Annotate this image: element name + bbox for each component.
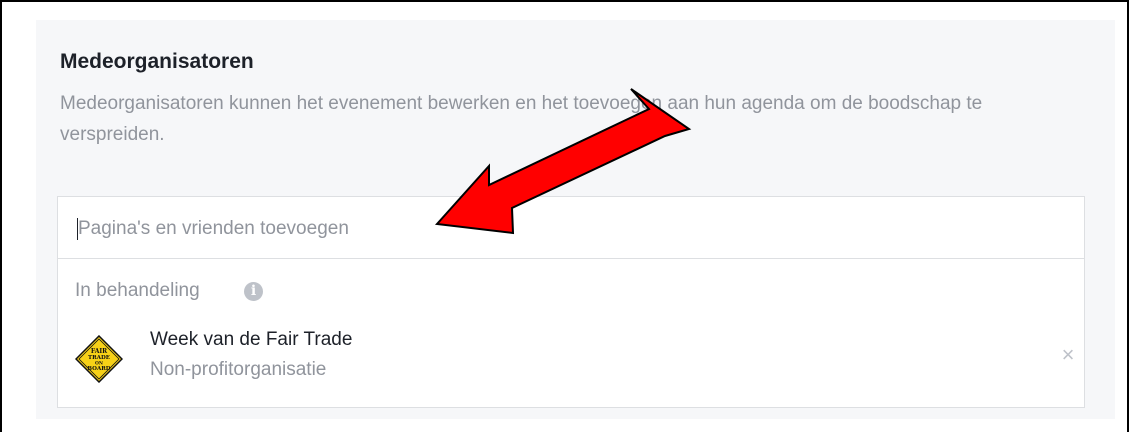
pending-label: In behandeling	[75, 280, 200, 301]
cohost-search-input[interactable]	[78, 215, 1058, 243]
info-icon[interactable]: i	[244, 282, 263, 301]
logo-text-4: BOARD	[87, 366, 110, 372]
page-category: Non-profitorganisatie	[150, 359, 327, 380]
page-name[interactable]: Week van de Fair Trade	[150, 329, 352, 351]
pending-page-item[interactable]: FAIR TRADE ON BOARD Week van de Fair Tra…	[72, 329, 1072, 389]
remove-icon[interactable]: ×	[1058, 344, 1078, 366]
logo-text-1: FAIR	[91, 348, 108, 355]
cohosts-panel: Medeorganisatoren Medeorganisatoren kunn…	[36, 20, 1115, 419]
logo-text-2: TRADE	[88, 355, 110, 361]
cohosts-box: In behandeling i FAIR TRADE ON BOARD Wee…	[57, 196, 1085, 408]
text-caret	[77, 218, 78, 240]
search-row	[58, 197, 1084, 259]
section-description: Medeorganisatoren kunnen het evenement b…	[60, 93, 983, 145]
screenshot-frame: Medeorganisatoren Medeorganisatoren kunn…	[0, 0, 1129, 432]
fair-trade-logo: FAIR TRADE ON BOARD	[75, 335, 123, 383]
section-title: Medeorganisatoren	[60, 50, 254, 73]
